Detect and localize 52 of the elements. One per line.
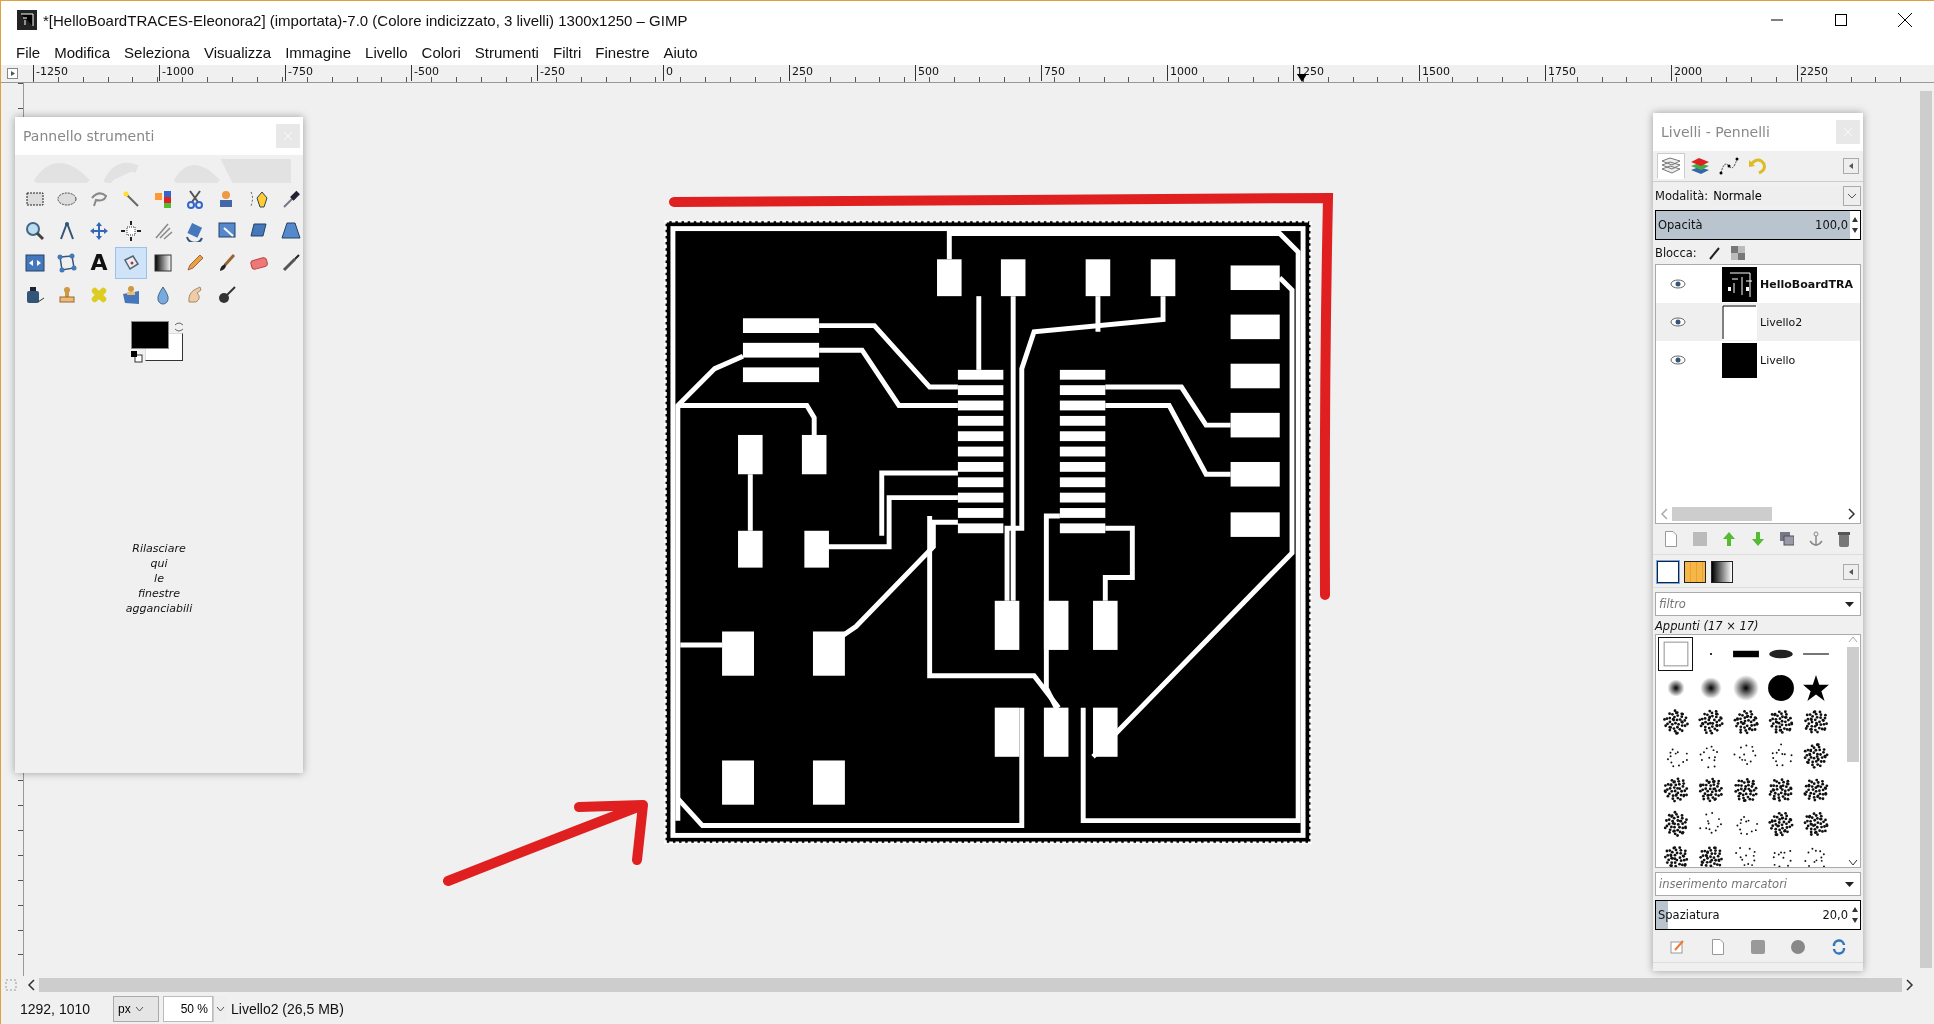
layer-row[interactable]: Livello — [1656, 341, 1860, 379]
menu-item[interactable]: Seleziona — [117, 41, 197, 63]
menu-item[interactable]: Filtri — [545, 41, 589, 63]
menu-item[interactable]: Finestre — [588, 41, 657, 63]
unit-dropdown[interactable]: px — [113, 996, 159, 1022]
zoom-field[interactable]: 50 % — [163, 996, 213, 1022]
menu-item[interactable]: Immagine — [278, 41, 359, 63]
ruler-label: 250 — [789, 65, 813, 81]
panel-title: Livelli - Pennelli — [1661, 124, 1770, 140]
layer-info: Livello2 (26,5 MB) — [231, 1001, 344, 1017]
slider-value: 20,0 — [1822, 908, 1848, 922]
dock-hint: Rilasciare qui le finestre agganciabili — [125, 541, 193, 616]
ruler-label: 2000 — [1671, 65, 1702, 81]
opacity-slider[interactable]: Opacità 100,0 — [1655, 210, 1861, 240]
layer-name: Livello — [1760, 353, 1796, 367]
layer-name: Livello2 — [1760, 315, 1803, 329]
menu-item[interactable]: Livello — [358, 41, 415, 63]
menu-item[interactable]: File — [9, 41, 48, 63]
brush-name: Appunti (17 × 17) — [1653, 618, 1760, 634]
window-title: *[HelloBoardTRACES-Eleonora2] (importata)-7.0 (Colore indicizzato, 3 livelli) 1300x1250 – GIMP — [43, 11, 689, 29]
ruler-label: 2250 — [1797, 65, 1828, 81]
ruler-label: 500 — [915, 65, 939, 81]
layer-row[interactable]: HelloBoardTRA — [1656, 265, 1860, 303]
filter-field[interactable]: filtro — [1655, 592, 1861, 616]
ruler-label: 1750 — [1545, 65, 1576, 81]
ruler-label: -1000 — [159, 65, 194, 81]
layer-row[interactable]: Livello2 — [1656, 303, 1860, 341]
ruler-label: 750 — [1041, 65, 1065, 81]
ruler-label: -500 — [411, 65, 439, 81]
layer-name: HelloBoardTRA — [1760, 277, 1853, 291]
spacing-slider[interactable]: Spaziatura 20,0 — [1655, 900, 1861, 930]
pointer-coordinates: 1292, 1010 — [18, 1001, 92, 1017]
ruler-label: -250 — [537, 65, 565, 81]
menu-item[interactable]: Colori — [414, 41, 468, 63]
tag-field[interactable]: inserimento marcatori — [1655, 872, 1861, 896]
panel-title: Pannello strumenti — [23, 128, 155, 144]
ruler-label: 1000 — [1167, 65, 1198, 81]
ruler-label: 1500 — [1419, 65, 1450, 81]
slider-label: Spaziatura — [1658, 908, 1720, 922]
ruler-label: -1250 — [33, 65, 68, 81]
ruler-label: 0 — [663, 65, 673, 81]
menu-item[interactable]: Strumenti — [467, 41, 546, 63]
ruler-label: -750 — [285, 65, 313, 81]
slider-value: 100,0 — [1815, 218, 1848, 232]
lock-label: Blocca: — [1655, 246, 1697, 260]
menu-item[interactable]: Aiuto — [656, 41, 705, 63]
slider-label: Opacità — [1658, 218, 1703, 232]
tool-button[interactable]: A — [83, 247, 115, 279]
mode-dropdown[interactable]: Normale — [1711, 186, 1861, 206]
menu-item[interactable]: Visualizza — [196, 41, 279, 63]
mode-label: Modalità: — [1655, 189, 1709, 203]
menu-item[interactable]: Modifica — [47, 41, 118, 63]
